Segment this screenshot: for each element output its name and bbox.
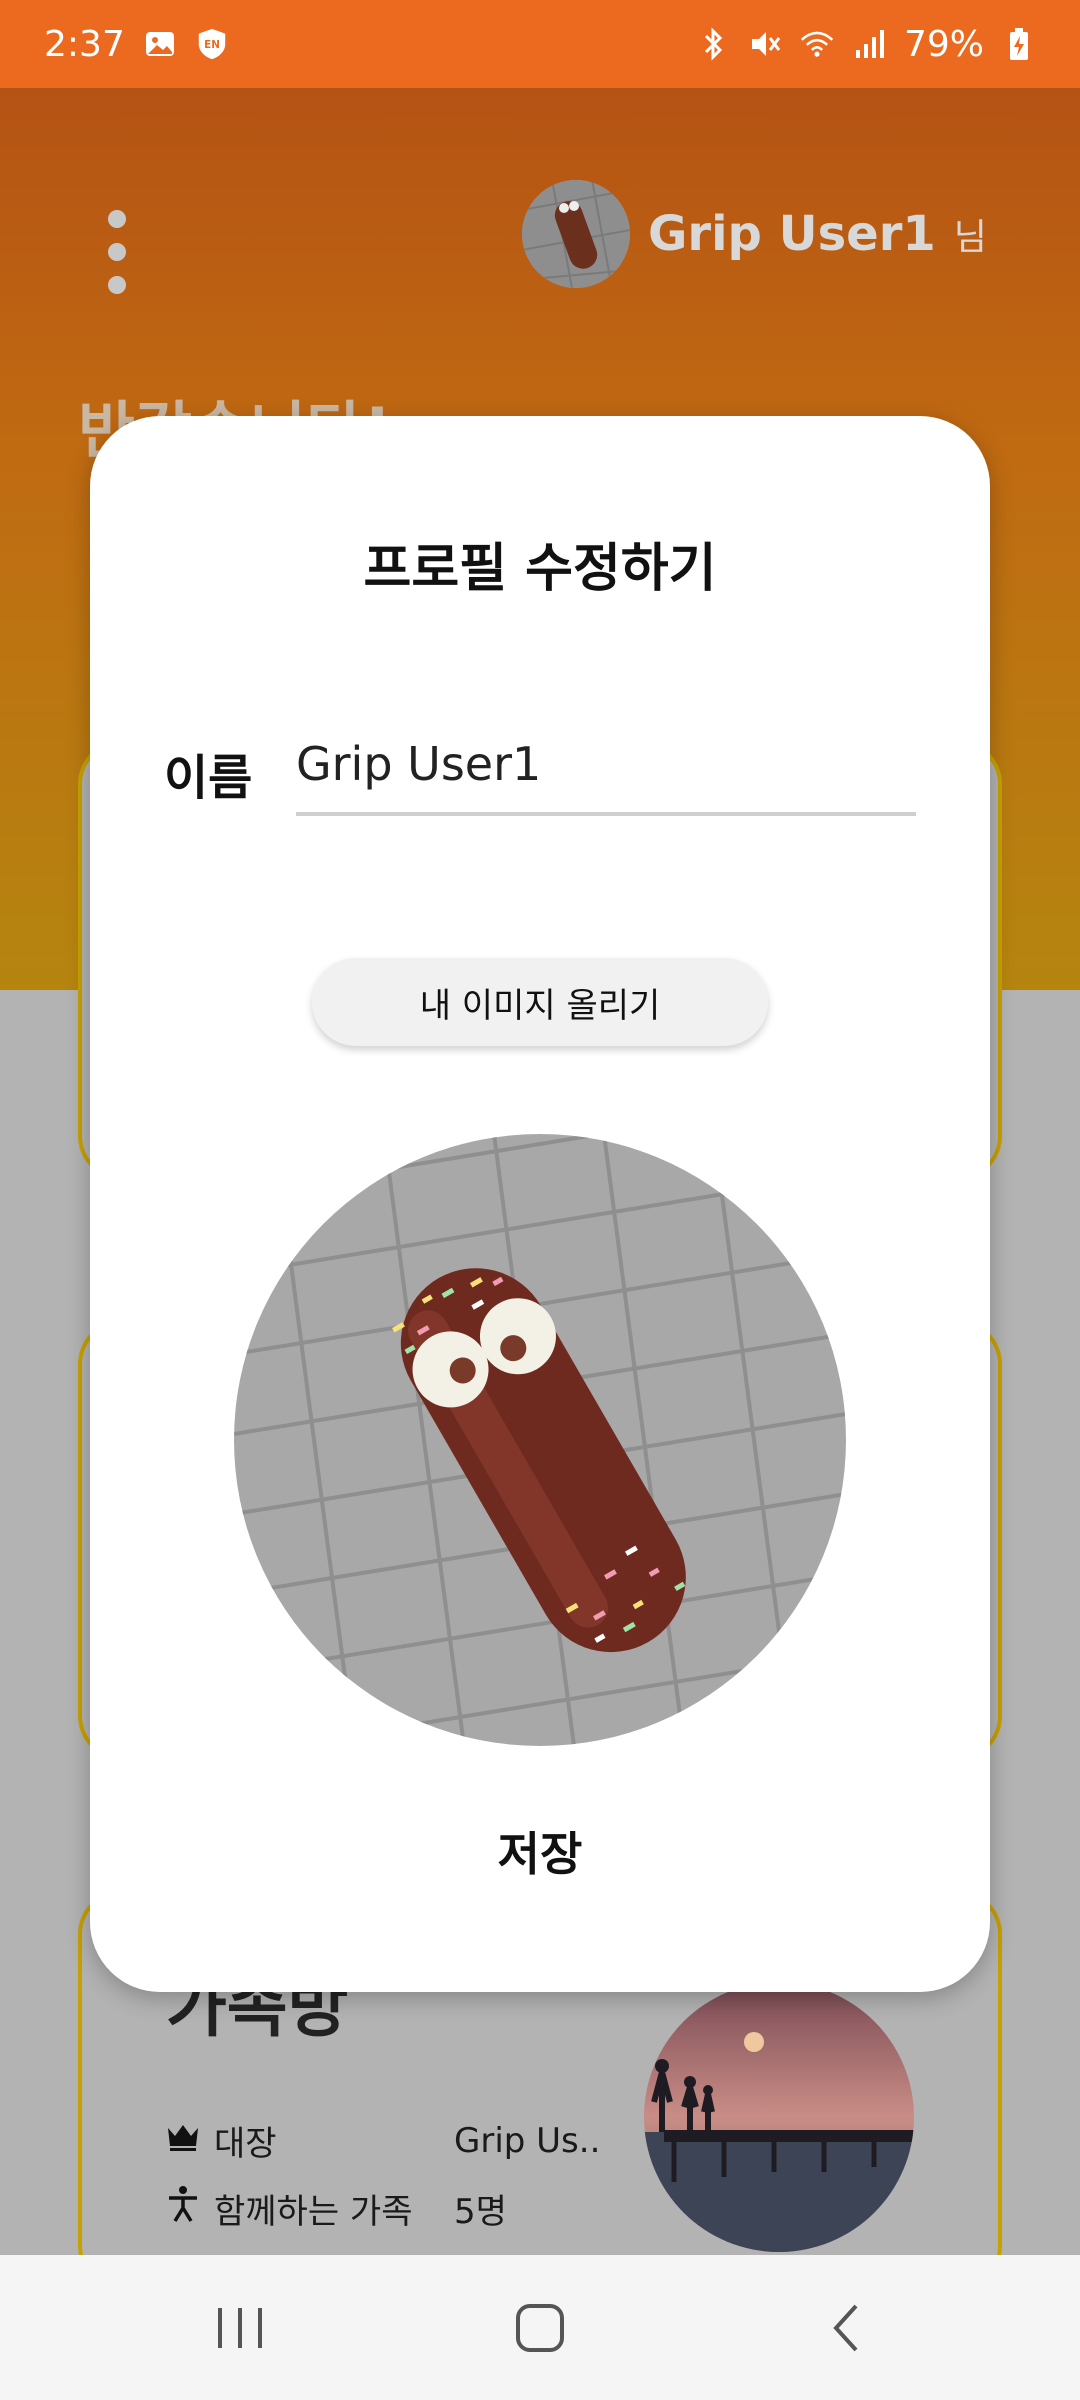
leader-row: 대장 Grip Us.. bbox=[166, 2116, 600, 2165]
profile-image-preview bbox=[234, 1134, 846, 1746]
name-field[interactable] bbox=[296, 716, 916, 816]
header-user-name: Grip User1 bbox=[648, 206, 936, 262]
vpn-shield-icon: EN bbox=[195, 27, 229, 61]
members-value: 5명 bbox=[454, 2192, 507, 2232]
bluetooth-icon bbox=[696, 27, 730, 61]
dialog-title: 프로필 수정하기 bbox=[363, 539, 717, 599]
leader-label: 대장 bbox=[214, 2124, 277, 2164]
home-icon[interactable] bbox=[490, 2285, 590, 2371]
battery-charging-icon bbox=[1002, 27, 1036, 61]
status-time: 2:37 bbox=[44, 23, 125, 65]
members-row: 함께하는 가족 5명 bbox=[166, 2184, 507, 2233]
save-button[interactable]: 저장 bbox=[420, 1806, 660, 1896]
mute-icon bbox=[748, 27, 782, 61]
crown-icon bbox=[166, 2121, 200, 2161]
signal-icon bbox=[852, 27, 886, 61]
leader-value: Grip Us.. bbox=[454, 2120, 601, 2161]
back-icon[interactable] bbox=[796, 2285, 896, 2371]
status-bar: 2:37 EN 79% bbox=[0, 0, 1080, 88]
more-vertical-icon[interactable] bbox=[100, 210, 134, 294]
honorific-label: 님 bbox=[953, 217, 987, 258]
recent-apps-icon[interactable] bbox=[190, 2285, 290, 2371]
members-label: 함께하는 가족 bbox=[214, 2192, 413, 2232]
wifi-icon bbox=[800, 27, 834, 61]
navigation-bar bbox=[0, 2255, 1080, 2400]
person-icon bbox=[166, 2185, 200, 2232]
upload-image-button[interactable]: 내 이미지 올리기 bbox=[312, 958, 768, 1046]
edit-profile-dialog: 프로필 수정하기 이름 내 이미지 올리기 저장 bbox=[90, 416, 990, 1992]
gallery-icon bbox=[143, 27, 177, 61]
name-label: 이름 bbox=[164, 750, 253, 806]
family-photo bbox=[644, 1982, 914, 2252]
battery-percent: 79% bbox=[903, 23, 984, 65]
user-profile-chip[interactable]: Grip User1 님 bbox=[522, 180, 987, 288]
avatar bbox=[522, 180, 630, 288]
svg-text:EN: EN bbox=[204, 39, 220, 51]
